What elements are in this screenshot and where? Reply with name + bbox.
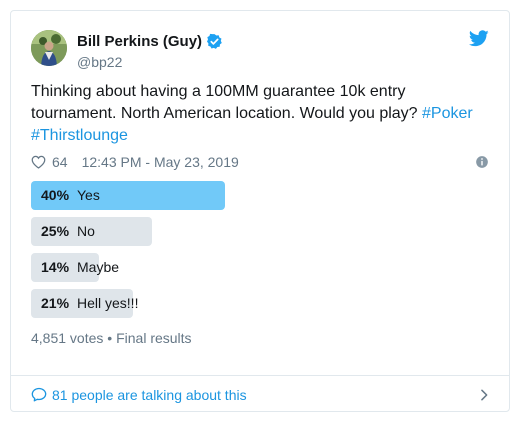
poll: 40% Yes 25% No 14% Maybe 21% Hell yes!!!: [31, 181, 493, 325]
poll-choice-no: 25% No: [31, 217, 493, 246]
tweet-body: Thinking about having a 100MM guarantee …: [31, 83, 418, 122]
author-handle[interactable]: @bp22: [77, 54, 223, 70]
verified-badge-icon: [207, 33, 222, 49]
poll-percent: 25%: [41, 223, 70, 239]
poll-percent: 14%: [41, 259, 70, 275]
poll-choice-label: 14% Maybe: [41, 253, 119, 282]
separator-dot: •: [107, 330, 113, 346]
hashtag-thirstlounge[interactable]: #Thirstlounge: [31, 127, 128, 144]
speech-bubble-icon: [31, 387, 47, 402]
poll-choice-label: 21% Hell yes!!!: [41, 289, 138, 318]
chevron-right-icon[interactable]: [480, 389, 489, 401]
tweet-meta: 64 12:43 PM - May 23, 2019: [31, 152, 489, 172]
display-name[interactable]: Bill Perkins (Guy): [77, 33, 202, 50]
twitter-bird-icon[interactable]: [469, 30, 489, 47]
conversation-link[interactable]: 81 people are talking about this: [31, 376, 489, 413]
poll-choice-hell-yes: 21% Hell yes!!!: [31, 289, 493, 318]
tweet-card[interactable]: Bill Perkins (Guy) @bp22 Thinking about …: [10, 10, 510, 412]
heart-icon[interactable]: [31, 155, 46, 169]
author-block: Bill Perkins (Guy) @bp22: [77, 31, 223, 70]
poll-choice-yes: 40% Yes: [31, 181, 493, 210]
avatar[interactable]: [31, 30, 67, 66]
timestamp[interactable]: 12:43 PM - May 23, 2019: [82, 154, 239, 170]
poll-option-text: No: [77, 223, 95, 239]
tweet-text: Thinking about having a 100MM guarantee …: [31, 81, 493, 147]
poll-choice-maybe: 14% Maybe: [31, 253, 493, 282]
hashtag-poker[interactable]: #Poker: [422, 105, 473, 122]
poll-option-text: Yes: [77, 187, 100, 203]
poll-percent: 40%: [41, 187, 70, 203]
tweet-header: Bill Perkins (Guy) @bp22: [31, 30, 489, 74]
poll-summary: 4,851 votes • Final results: [31, 330, 192, 346]
poll-choice-label: 25% No: [41, 217, 95, 246]
like-count[interactable]: 64: [52, 154, 68, 170]
poll-percent: 21%: [41, 295, 70, 311]
poll-choice-label: 40% Yes: [41, 181, 100, 210]
poll-option-text: Maybe: [77, 259, 120, 275]
vote-count: 4,851 votes: [31, 330, 104, 346]
talking-count[interactable]: 81 people are talking about this: [52, 387, 247, 403]
info-icon[interactable]: [475, 155, 489, 169]
poll-status: Final results: [116, 330, 192, 346]
poll-option-text: Hell yes!!!: [77, 295, 139, 311]
